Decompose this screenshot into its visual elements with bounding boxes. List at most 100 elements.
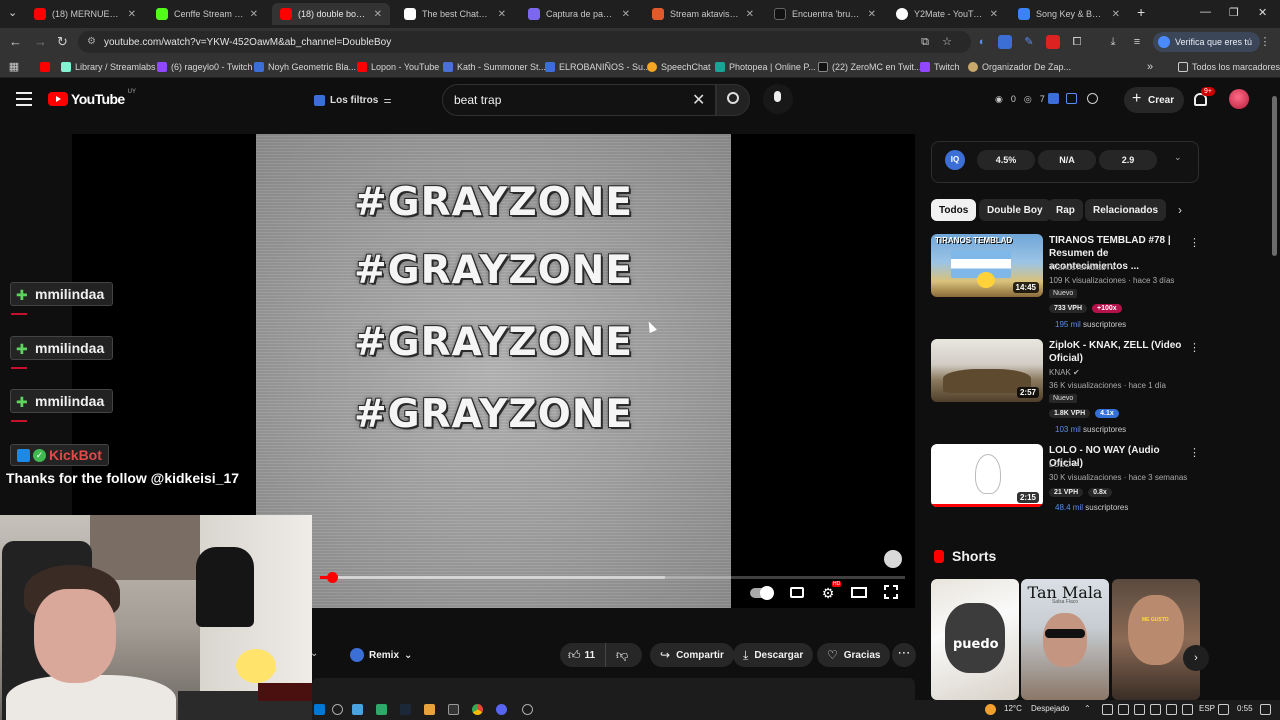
chip-related[interactable]: Relacionados [1085,199,1167,221]
close-tab-icon[interactable]: ✕ [1112,9,1120,20]
tray-chevron-icon[interactable]: ⌃ [1084,704,1091,713]
channel-name[interactable]: LOLO ✔ [1049,460,1079,469]
extension-icon[interactable]: ✎ [1022,35,1036,49]
start-icon[interactable] [314,704,325,715]
reload-icon[interactable]: ↻ [57,34,68,50]
bookmark-item[interactable]: Lopon - YouTube [357,60,439,74]
media-control-icon[interactable]: ≡ [1130,35,1144,49]
obs-icon[interactable] [522,704,533,715]
bookmark-item[interactable]: ELROBANIÑOS - Su... [545,60,651,74]
vidiq-icon[interactable] [1048,93,1059,104]
chrome-icon[interactable] [472,704,483,715]
tray-icon[interactable] [1182,704,1193,715]
more-actions-button[interactable]: ⋯ [892,643,916,667]
chevron-down-icon[interactable]: ⌄ [1174,152,1182,163]
extension-icon[interactable] [1046,35,1060,49]
bookmark-item[interactable]: Library / Streamlabs [61,60,156,74]
more-options-icon[interactable]: ⋮ [1189,236,1200,249]
extensions-puzzle-icon[interactable]: ⧠ [1070,35,1084,49]
chip-all[interactable]: Todos [931,199,977,221]
restore-icon[interactable]: ❐ [1229,6,1239,19]
install-app-icon[interactable]: ⧉ [918,35,932,49]
app-icon[interactable] [376,704,387,715]
recommended-video[interactable]: TIRANOS TEMBLAD 14:45 TIRANOS TEMBLAD #7… [931,234,1200,329]
download-button[interactable]: ⤓ Descargar [733,643,814,667]
voice-search-button[interactable] [763,84,793,114]
bookmark-star-icon[interactable]: ☆ [940,35,954,49]
tray-icon[interactable] [1150,704,1161,715]
browser-tab[interactable]: Song Key & BPM Fin ✕ [1010,3,1128,25]
minimize-icon[interactable]: — [1200,6,1211,18]
browser-tab[interactable]: Encuentra 'brunenge ✕ [766,3,884,25]
hamburger-menu-icon[interactable] [16,92,32,106]
close-tab-icon[interactable]: ✕ [498,9,506,20]
tray-icon[interactable] [1134,704,1145,715]
more-bookmarks-chevron-icon[interactable]: » [1147,60,1153,74]
tray-icon[interactable] [1102,704,1113,715]
app-icon[interactable] [448,704,459,715]
filters-button[interactable]: Los filtros ⚌ [306,89,399,111]
more-options-icon[interactable]: ⋮ [1189,341,1200,354]
forward-arrow-icon[interactable]: → [34,34,47,49]
close-tab-icon[interactable]: ✕ [990,9,998,20]
bookmark-item[interactable]: Twitch [920,60,960,74]
steam-icon[interactable] [400,704,411,715]
page-scrollbar[interactable] [1271,78,1278,695]
bookmark-item[interactable]: Noyh Geometric Bla... [254,60,356,74]
award-icon[interactable] [1087,93,1098,104]
close-window-icon[interactable]: ✕ [1258,6,1267,19]
chip-rap[interactable]: Rap [1048,199,1083,221]
chevron-down-icon[interactable]: ⌄ [310,648,318,659]
all-bookmarks-folder[interactable]: Todos los marcadores [1178,60,1280,74]
channel-name[interactable]: TiranosTembladTV [1049,263,1116,272]
chip-double-boy[interactable]: Double Boy [979,199,1051,221]
bookmark-item[interactable]: Photopea | Online P... [715,60,816,74]
recommended-video[interactable]: 2:15 LOLO - NO WAY (Audio Oficial) LOLO … [931,444,1200,539]
autoplay-toggle[interactable] [750,586,774,600]
apps-grid-icon[interactable]: ▦ [7,60,21,74]
search-taskbar-icon[interactable] [332,704,343,715]
bookmark-item[interactable]: Organizador De Zap... [968,60,1071,74]
share-button[interactable]: ↪ Compartir [650,643,734,667]
search-button[interactable] [716,84,750,116]
network-icon[interactable] [1218,704,1229,715]
youtube-logo[interactable]: YouTube UY [48,89,136,107]
video-thumbnail[interactable]: TIRANOS TEMBLAD 14:45 [931,234,1043,297]
remix-button[interactable]: Remix ⌄ [344,643,418,667]
address-bar[interactable]: ⚙ youtube.com/watch?v=YKW-452OawM&ab_cha… [78,31,971,53]
new-tab-plus-icon[interactable]: + [1137,4,1145,20]
tray-icon[interactable] [1118,704,1129,715]
browser-tab[interactable]: Stream aktavisss mu ✕ [644,3,762,25]
video-thumbnail[interactable]: 2:57 [931,339,1043,402]
short-card[interactable]: Tan Mala Salsa Flaco [1021,579,1109,700]
clear-search-icon[interactable]: ✕ [692,90,705,110]
browser-tab[interactable]: Captura de pantalla p ✕ [520,3,638,25]
bookmark-item[interactable]: Kath - Summoner St... [443,60,546,74]
bookmark-item[interactable] [40,60,50,74]
fullscreen-icon[interactable] [884,585,898,599]
back-arrow-icon[interactable]: ← [9,34,22,49]
app-icon[interactable] [424,704,435,715]
progress-bar[interactable] [320,572,905,583]
search-input[interactable]: beat trap [442,84,716,116]
tab-search-icon[interactable]: ⌄ [8,6,17,19]
short-card[interactable]: ME GUSTO [1112,579,1200,700]
notification-center-icon[interactable] [1260,704,1271,715]
chevron-right-icon[interactable]: › [1183,645,1209,671]
video-thumbnail[interactable]: 2:15 [931,444,1043,507]
recommended-video[interactable]: 2:57 ZiploK - KNAK, ZELL (Video Oficial)… [931,339,1200,434]
language-indicator[interactable]: ESP [1199,704,1215,713]
tray-icon[interactable] [1166,704,1177,715]
download-icon[interactable]: ⤓ [1106,35,1120,49]
browser-tab[interactable]: Y2Mate - YouTube to ✕ [888,3,1006,25]
clock-time[interactable]: 0:55 [1237,704,1253,713]
close-tab-icon[interactable]: ✕ [622,9,630,20]
discord-icon[interactable] [496,704,507,715]
extension-icon[interactable] [998,35,1012,49]
extension-icon[interactable]: ◖ [974,35,988,49]
settings-gear-icon[interactable]: ⚙ [820,585,836,601]
account-avatar[interactable] [1229,89,1249,109]
chevron-right-icon[interactable]: › [1178,203,1182,217]
like-button[interactable]: 👍︎ 11 [560,643,606,667]
more-options-icon[interactable]: ⋮ [1189,446,1200,459]
